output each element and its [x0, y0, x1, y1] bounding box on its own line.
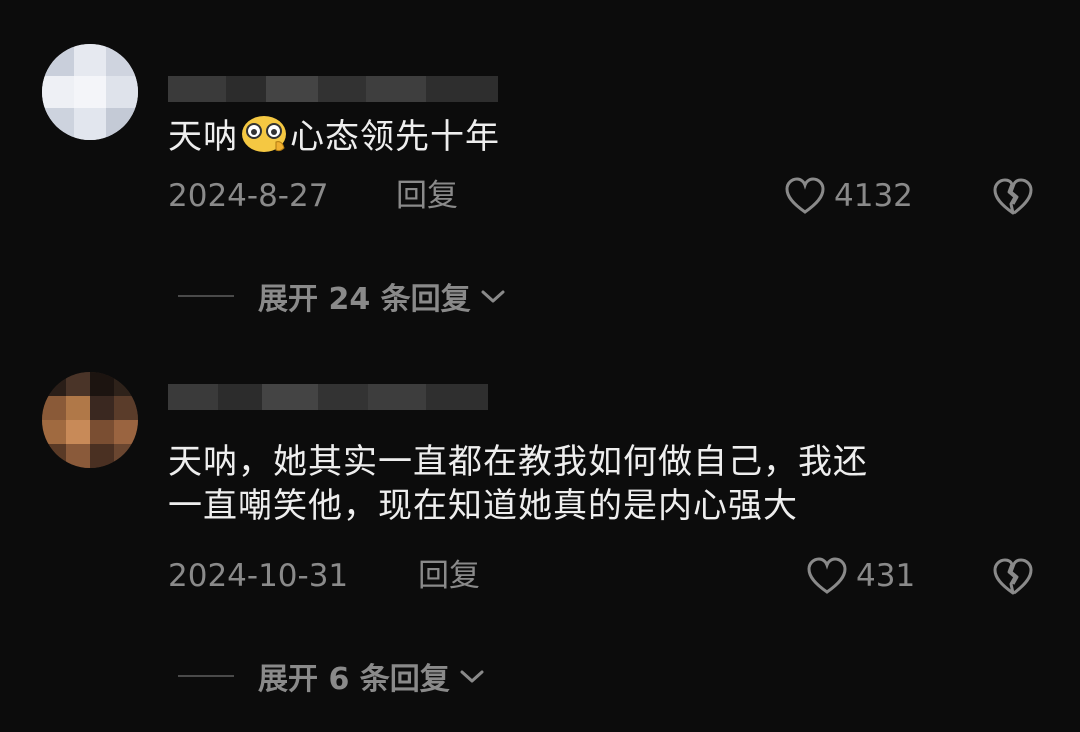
divider-line: [178, 675, 234, 677]
comment-list: 天呐 心态领先十年 2024-8-27 回复 4132 展开 24 条回复 天呐…: [0, 0, 1080, 732]
dislike-button[interactable]: [992, 178, 1034, 226]
comment-meta: 2024-8-27 回复 4132: [168, 176, 1040, 216]
like-count: 431: [856, 558, 916, 594]
avatar-image: [42, 44, 138, 140]
broken-heart-icon: [993, 178, 1033, 215]
comment-text: 天呐 心态领先十年: [168, 114, 500, 159]
like-count: 4132: [834, 178, 913, 214]
username-blurred[interactable]: [168, 384, 498, 410]
face-with-monocle-emoji: [242, 116, 286, 152]
expand-replies-label: 展开 24 条回复: [258, 282, 471, 317]
expand-replies-button[interactable]: 展开 24 条回复: [178, 276, 507, 317]
comment-text-line: 一直嘲笑他，现在知道她真的是内心强大: [168, 486, 798, 526]
divider-line: [178, 295, 234, 297]
avatar-image: [42, 372, 138, 468]
comment-text-line: 天呐，她其实一直都在教我如何做自己，我还: [168, 442, 868, 482]
expand-replies-button[interactable]: 展开 6 条回复: [178, 656, 486, 697]
comment-text-part: 心态领先十年: [290, 117, 500, 157]
comment-text-part: 天呐: [168, 117, 238, 157]
chevron-down-icon: [460, 670, 484, 683]
expand-replies-label: 展开 6 条回复: [258, 662, 450, 697]
avatar[interactable]: [42, 44, 138, 140]
reply-button[interactable]: 回复: [418, 556, 480, 596]
avatar[interactable]: [42, 372, 138, 468]
heart-icon: [785, 177, 825, 214]
comment-meta: 2024-10-31 回复 431: [168, 556, 1040, 596]
comment-date: 2024-8-27: [168, 178, 329, 214]
comment-date: 2024-10-31: [168, 558, 349, 594]
like-button[interactable]: 4132: [784, 176, 913, 216]
reply-button[interactable]: 回复: [396, 176, 458, 216]
comment-text: 天呐，她其实一直都在教我如何做自己，我还 一直嘲笑他，现在知道她真的是内心强大: [168, 440, 868, 528]
chevron-down-icon: [481, 290, 505, 303]
like-button[interactable]: 431: [806, 556, 915, 596]
broken-heart-icon: [993, 558, 1033, 595]
username-blurred[interactable]: [168, 76, 498, 102]
heart-icon: [807, 557, 847, 594]
dislike-button[interactable]: [992, 558, 1034, 606]
